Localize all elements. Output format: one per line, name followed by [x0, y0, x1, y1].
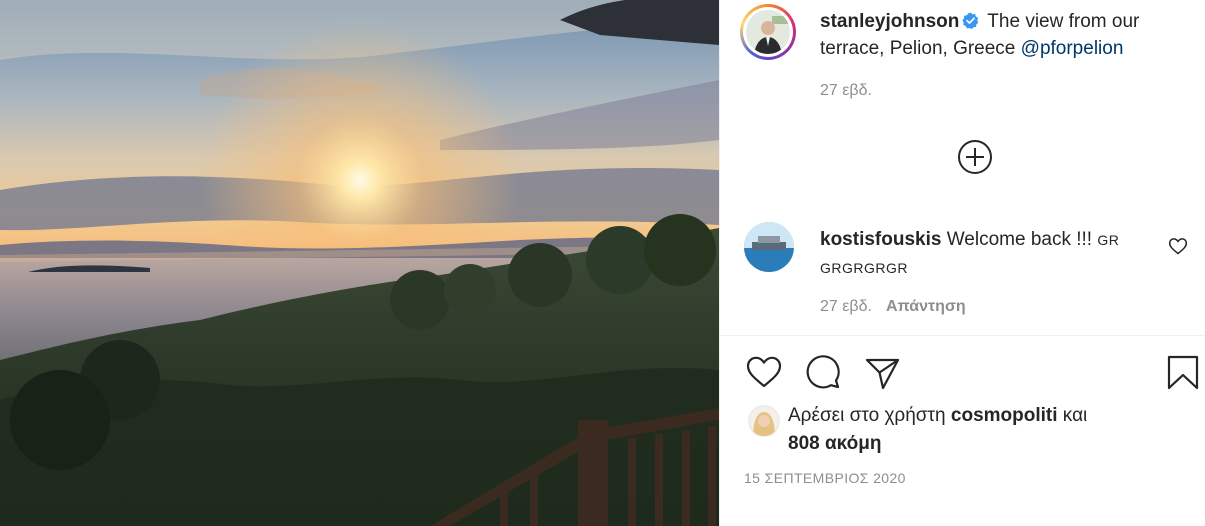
comment-timestamp[interactable]: 27 εβδ.	[820, 298, 872, 315]
post-panel: stanleyjohnson The view from our terrace…	[719, 0, 1205, 526]
speech-bubble-icon	[806, 355, 840, 389]
post-image[interactable]	[0, 0, 719, 526]
bookmark-icon	[1167, 355, 1199, 390]
likes-count[interactable]: 808 ακόμη	[788, 433, 881, 454]
liker-username[interactable]: cosmopoliti	[951, 405, 1058, 426]
heart-icon	[1168, 238, 1188, 255]
likes-prefix: Αρέσει στο χρήστη	[788, 405, 951, 426]
comment-like-button[interactable]	[1168, 236, 1188, 256]
commenter-username[interactable]: kostisfouskis	[820, 229, 941, 250]
author-avatar[interactable]	[740, 4, 796, 60]
heart-icon	[746, 356, 782, 388]
post-caption: stanleyjohnson The view from our terrace…	[820, 8, 1200, 62]
caption-mention-link[interactable]: @pforpelion	[1021, 38, 1124, 59]
action-bar	[720, 346, 1205, 396]
commenter-avatar[interactable]	[744, 222, 794, 272]
post-date[interactable]: 15 ΣΕΠΤΕΜΒΡΙΟΣ 2020	[744, 470, 906, 486]
comment-tail-1: GR	[1097, 232, 1120, 248]
save-button[interactable]	[1163, 352, 1203, 392]
reply-button[interactable]: Απάντηση	[886, 298, 966, 315]
comment-body: kostisfouskis Welcome back !!! GR GRGRGR…	[820, 226, 1150, 282]
paper-plane-icon	[865, 358, 900, 390]
share-button[interactable]	[862, 352, 902, 392]
divider	[720, 335, 1205, 336]
verified-badge-icon	[962, 12, 979, 29]
likes-summary: Αρέσει στο χρήστη cosmopoliti και 808 ακ…	[788, 402, 1188, 458]
comment-text: Welcome back !!!	[941, 229, 1098, 250]
liker-avatar[interactable]	[748, 405, 780, 437]
comment-tail-2: GRGRGRGR	[820, 260, 908, 276]
likes-mid: και	[1057, 405, 1088, 426]
comment-button[interactable]	[803, 352, 843, 392]
post-timestamp[interactable]: 27 εβδ.	[820, 82, 872, 100]
like-button[interactable]	[744, 352, 784, 392]
plus-circle-icon	[958, 140, 992, 174]
comment-meta: 27 εβδ. Απάντηση	[820, 298, 966, 316]
load-more-comments-button[interactable]	[956, 138, 994, 176]
author-username[interactable]: stanleyjohnson	[820, 11, 959, 32]
